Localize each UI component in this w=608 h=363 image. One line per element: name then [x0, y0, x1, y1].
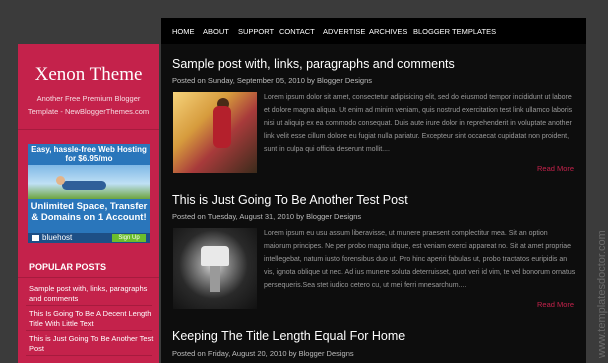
ad-tagline: Unlimited Space, Transfer — [30, 201, 148, 212]
post-title[interactable]: Keeping The Title Length Equal For Home — [172, 329, 405, 343]
post-excerpt: Lorem ipsum dolor sit amet, consectetur … — [264, 94, 573, 153]
sidebar: Xenon Theme Another Free Premium Blogger… — [18, 44, 159, 363]
popular-post-divider — [26, 330, 152, 331]
nav-item-support[interactable]: SUPPORT — [238, 27, 274, 36]
ad-brand: bluehost — [42, 233, 73, 242]
thumbnail-lamp-base — [210, 266, 220, 292]
post-excerpt: Lorem ipsum eu usu assum liberavisse, ut… — [264, 230, 576, 289]
hosting-ad-banner[interactable]: Easy, hassle-free Web Hosting for $6.95/… — [28, 144, 150, 243]
popular-post-divider — [26, 305, 152, 306]
ad-person-head — [56, 176, 65, 185]
site-description: Another Free Premium Blogger Template - … — [27, 94, 150, 116]
read-more-link[interactable]: Read More — [537, 300, 574, 309]
popular-post-link[interactable]: This Is Going To Be A Decent Length Titl… — [29, 309, 154, 329]
popular-post-divider — [26, 355, 152, 356]
popular-posts-divider — [18, 277, 159, 278]
read-more-link[interactable]: Read More — [537, 164, 574, 173]
bluehost-logo-icon — [32, 235, 39, 241]
nav-item-advertise[interactable]: ADVERTISE — [323, 27, 365, 36]
post-meta: Posted on Sunday, September 05, 2010 by … — [172, 76, 372, 85]
watermark: www.templatesdoctor.com — [596, 230, 608, 358]
ad-headline: Easy, hassle-free Web Hosting — [31, 145, 147, 154]
popular-post-link[interactable]: This is Just Going To Be Another Test Po… — [29, 334, 154, 354]
thumbnail-figure — [213, 106, 231, 148]
nav-item-home[interactable]: HOME — [172, 27, 195, 36]
sidebar-divider — [18, 129, 159, 130]
post-meta: Posted on Tuesday, August 31, 2010 by Bl… — [172, 212, 362, 221]
ad-photo — [28, 165, 150, 199]
ad-person-figure — [62, 181, 106, 190]
nav-item-blogger-templates[interactable]: BLOGGER TEMPLATES — [413, 27, 496, 36]
post-title[interactable]: This is Just Going To Be Another Test Po… — [172, 193, 408, 207]
ad-tagline-2: & Domains on 1 Account! — [31, 212, 147, 223]
nav-item-about[interactable]: ABOUT — [203, 27, 229, 36]
popular-post-link[interactable]: Sample post with, links, paragraphs and … — [29, 284, 154, 304]
thumbnail-lamp-shade — [201, 246, 229, 266]
post-thumbnail[interactable] — [173, 92, 257, 173]
nav-item-contact[interactable]: CONTACT — [279, 27, 315, 36]
popular-posts-heading: POPULAR POSTS — [29, 262, 107, 272]
post-meta: Posted on Friday, August 20, 2010 by Blo… — [172, 349, 354, 358]
post-thumbnail[interactable] — [173, 228, 257, 309]
top-navigation: HOME ABOUT SUPPORT CONTACT ADVERTISE ARC… — [161, 18, 586, 44]
ad-signup-button[interactable]: Sign Up Now — [112, 234, 146, 242]
main-content: HOME ABOUT SUPPORT CONTACT ADVERTISE ARC… — [161, 18, 586, 363]
nav-item-archives[interactable]: ARCHIVES — [369, 27, 407, 36]
site-title[interactable]: Xenon Theme — [18, 64, 159, 86]
ad-price: for $6.95/mo — [65, 154, 113, 163]
post-title[interactable]: Sample post with, links, paragraphs and … — [172, 57, 455, 71]
